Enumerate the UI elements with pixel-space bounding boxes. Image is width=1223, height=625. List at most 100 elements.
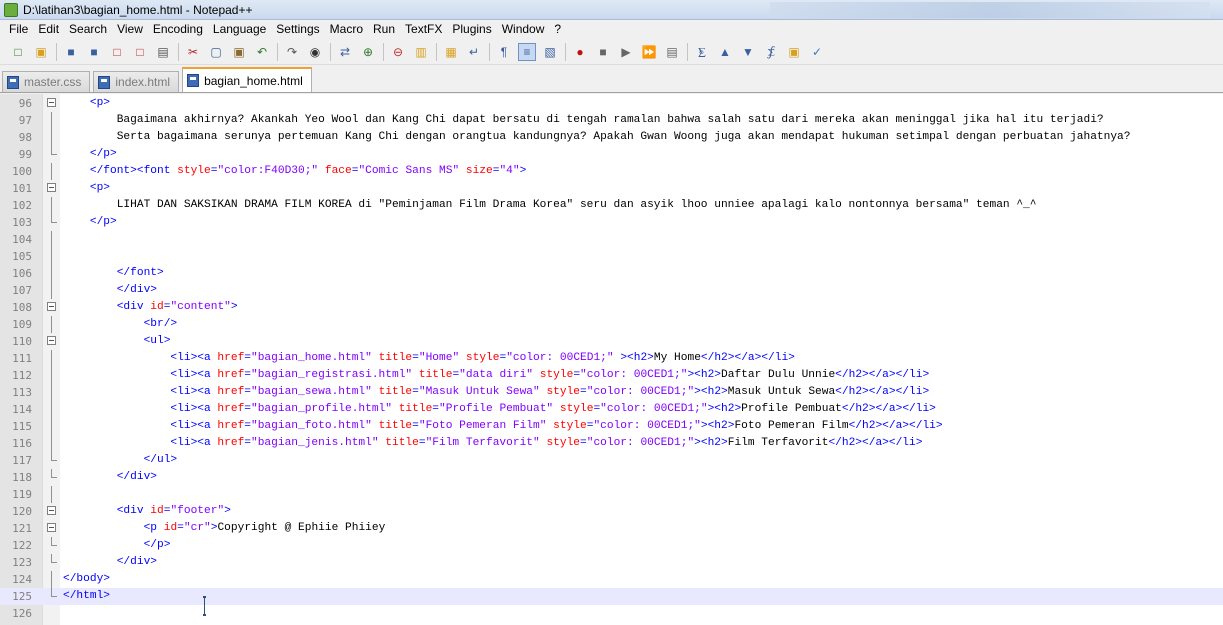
save-macro-icon[interactable]: ▤ xyxy=(663,43,681,61)
menu-window[interactable]: Window xyxy=(497,20,550,39)
word-wrap-icon[interactable]: ↵ xyxy=(465,43,483,61)
cut-icon[interactable]: ✂ xyxy=(184,43,202,61)
fold-toggle-icon[interactable] xyxy=(47,98,56,107)
open-file-icon[interactable]: ▣ xyxy=(32,43,50,61)
zoom-in-icon[interactable]: ⊕ xyxy=(359,43,377,61)
play-macro-icon[interactable]: ▶ xyxy=(617,43,635,61)
find-icon[interactable]: ◉ xyxy=(306,43,324,61)
code-line[interactable]: 119 xyxy=(0,486,1223,503)
code-line[interactable]: 107 </div> xyxy=(0,282,1223,299)
indent-guide-icon[interactable]: ≡ xyxy=(518,42,536,61)
html-tag: ><h2> xyxy=(694,437,728,449)
unfold-all-icon[interactable]: ⨋ xyxy=(762,43,780,61)
code-line[interactable]: 123 </div> xyxy=(0,554,1223,571)
tab-index-html[interactable]: index.html xyxy=(93,71,180,92)
move-down-icon[interactable]: ▼ xyxy=(739,43,757,61)
menu-help[interactable]: ? xyxy=(549,20,566,39)
undo-icon[interactable]: ↶ xyxy=(253,43,271,61)
fold-toggle-icon[interactable] xyxy=(47,336,56,345)
code-line[interactable]: 124 </body> xyxy=(0,571,1223,588)
show-all-chars-icon[interactable]: ¶ xyxy=(495,43,513,61)
print-icon[interactable]: ▤ xyxy=(154,43,172,61)
code-line[interactable]: 111 <li><a href="bagian_home.html" title… xyxy=(0,350,1223,367)
code-line[interactable]: 104 xyxy=(0,231,1223,248)
replace-icon[interactable]: ⇄ xyxy=(336,43,354,61)
editor[interactable]: 96 <p> 97 Bagaimana akhirnya? Akankah Yeo… xyxy=(0,94,1223,625)
menu-plugins[interactable]: Plugins xyxy=(447,20,496,39)
menu-settings[interactable]: Settings xyxy=(271,20,324,39)
html-attribute: title xyxy=(385,437,419,449)
code-line[interactable]: 109 <br/> xyxy=(0,316,1223,333)
code-text: <li><a href="bagian_registrasi.html" tit… xyxy=(63,367,929,384)
code-line[interactable]: 116 <li><a href="bagian_jenis.html" titl… xyxy=(0,435,1223,452)
menu-file[interactable]: File xyxy=(4,20,33,39)
attribute-value: "color: 00CED1;" xyxy=(593,420,701,432)
code-line[interactable]: 120 <div id="footer"> xyxy=(0,503,1223,520)
save-icon[interactable]: ■ xyxy=(62,43,80,61)
sync-horizontal-icon[interactable]: ▦ xyxy=(442,43,460,61)
html-tag: </h2></a></li> xyxy=(848,420,943,432)
code-line[interactable]: 121 <p id="cr">Copyright @ Ephiie Phiiey xyxy=(0,520,1223,537)
open-folder-icon[interactable]: ▣ xyxy=(785,43,803,61)
menu-run[interactable]: Run xyxy=(368,20,400,39)
close-icon[interactable]: □ xyxy=(108,43,126,61)
attribute-value: "Comic Sans MS" xyxy=(358,165,460,177)
html-tag: <ul> xyxy=(143,335,171,347)
paste-icon[interactable]: ▣ xyxy=(230,43,248,61)
code-text: </div> xyxy=(63,554,157,571)
record-macro-icon[interactable]: ● xyxy=(571,43,589,61)
code-line[interactable]: 100 </font><font style="color:F40D30;" f… xyxy=(0,163,1223,180)
code-line[interactable]: 101 <p> xyxy=(0,180,1223,197)
html-tag: </font><font xyxy=(89,165,178,177)
tab-bagian-home-html[interactable]: bagian_home.html xyxy=(182,67,312,92)
html-tag: </h2></a></li> xyxy=(700,352,795,364)
code-line[interactable]: 126 xyxy=(0,605,1223,622)
menu-encoding[interactable]: Encoding xyxy=(148,20,208,39)
code-line[interactable]: 113 <li><a href="bagian_sewa.html" title… xyxy=(0,384,1223,401)
sync-vertical-icon[interactable]: ▥ xyxy=(412,43,430,61)
code-line[interactable]: 112 <li><a href="bagian_registrasi.html"… xyxy=(0,367,1223,384)
code-line[interactable]: 106 </font> xyxy=(0,265,1223,282)
code-line[interactable]: 108 <div id="content"> xyxy=(0,299,1223,316)
fold-toggle-icon[interactable] xyxy=(47,523,56,532)
code-line[interactable]: 122 </p> xyxy=(0,537,1223,554)
code-line[interactable]: 102 LIHAT DAN SAKSIKAN DRAMA FILM KOREA … xyxy=(0,197,1223,214)
code-line[interactable]: 125 </html> xyxy=(0,588,1223,605)
menu-textfx[interactable]: TextFX xyxy=(400,20,447,39)
fold-all-icon[interactable]: ⨊ xyxy=(693,43,711,61)
stop-macro-icon[interactable]: ■ xyxy=(594,43,612,61)
new-file-icon[interactable]: □ xyxy=(9,43,27,61)
code-line[interactable]: 114 <li><a href="bagian_profile.html" ti… xyxy=(0,401,1223,418)
zoom-out-icon[interactable]: ⊖ xyxy=(389,43,407,61)
code-line[interactable]: 97 Bagaimana akhirnya? Akankah Yeo Wool … xyxy=(0,112,1223,129)
move-up-icon[interactable]: ▲ xyxy=(716,43,734,61)
code-line[interactable]: 96 <p> xyxy=(0,95,1223,112)
spell-check-icon[interactable]: ✓ xyxy=(808,43,826,61)
code-line[interactable]: 115 <li><a href="bagian_foto.html" title… xyxy=(0,418,1223,435)
code-line[interactable]: 103 </p> xyxy=(0,214,1223,231)
code-line[interactable]: 105 xyxy=(0,248,1223,265)
run-macro-multiple-icon[interactable]: ⏩ xyxy=(640,43,658,61)
menu-view[interactable]: View xyxy=(112,20,148,39)
menu-edit[interactable]: Edit xyxy=(33,20,64,39)
fold-toggle-icon[interactable] xyxy=(47,302,56,311)
menu-language[interactable]: Language xyxy=(208,20,271,39)
doc-map-icon[interactable]: ▧ xyxy=(541,43,559,61)
code-line[interactable]: 110 <ul> xyxy=(0,333,1223,350)
fold-toggle-icon[interactable] xyxy=(47,183,56,192)
code-line[interactable]: 118 </div> xyxy=(0,469,1223,486)
code-line[interactable]: 98 Serta bagaimana serunya pertemuan Kan… xyxy=(0,129,1223,146)
code-line[interactable]: 117 </ul> xyxy=(0,452,1223,469)
fold-toggle-icon[interactable] xyxy=(47,506,56,515)
close-all-icon[interactable]: □ xyxy=(131,43,149,61)
menu-macro[interactable]: Macro xyxy=(325,20,368,39)
redo-icon[interactable]: ↷ xyxy=(283,43,301,61)
code-line[interactable]: 99 </p> xyxy=(0,146,1223,163)
save-all-icon[interactable]: ■ xyxy=(85,43,103,61)
menu-search[interactable]: Search xyxy=(64,20,112,39)
tab-master-css[interactable]: master.css xyxy=(2,71,91,92)
copy-icon[interactable]: ▢ xyxy=(207,43,225,61)
